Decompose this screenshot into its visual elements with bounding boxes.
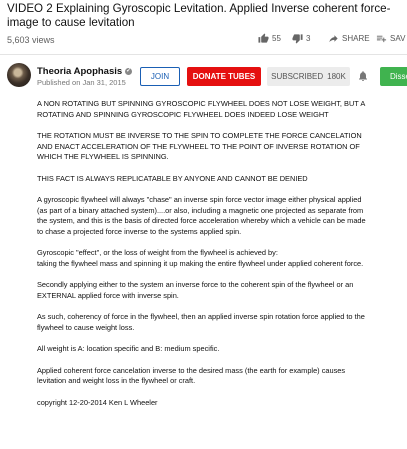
video-description: A NON ROTATING BUT SPINNING GYROSCOPIC F…	[37, 99, 367, 419]
description-paragraph: As such, coherency of force in the flywh…	[37, 312, 365, 332]
subscribe-label: SUBSCRIBED	[271, 72, 324, 81]
description-paragraph: A gyroscopic flywheel will always "chase…	[37, 195, 366, 236]
dislike-button[interactable]: 3	[292, 33, 310, 44]
subscribe-button[interactable]: SUBSCRIBED 180K	[267, 67, 350, 86]
description-paragraph: copyright 12-20-2014 Ken L Wheeler	[37, 397, 158, 407]
video-actions: 55 3 SHARE SAV	[0, 33, 407, 47]
description-paragraph: THE ROTATION MUST BE INVERSE TO THE SPIN…	[37, 131, 362, 161]
thumbs-up-icon	[258, 33, 269, 44]
share-label: SHARE	[342, 34, 370, 43]
like-count: 55	[272, 34, 281, 43]
channel-name-row[interactable]: Theoria Apophasis ✓	[37, 66, 133, 77]
description-paragraph: Gyroscopic "effect", or the loss of weig…	[37, 248, 364, 268]
dismiss-button[interactable]: Disse	[380, 67, 407, 86]
save-label: SAV	[390, 34, 406, 43]
description-paragraph: All weight is A: location specific and B…	[37, 344, 220, 353]
published-date: Published on Jan 31, 2015	[37, 78, 126, 87]
description-paragraph: Secondly applying either to the system a…	[37, 280, 354, 300]
share-icon	[328, 33, 339, 44]
video-title: VIDEO 2 Explaining Gyroscopic Levitation…	[7, 2, 391, 29]
save-button[interactable]: SAV	[376, 33, 405, 44]
channel-avatar[interactable]	[7, 63, 31, 87]
donate-button[interactable]: DONATE TUBES	[187, 67, 261, 86]
subscriber-count: 180K	[327, 72, 346, 81]
join-button[interactable]: JOIN	[140, 67, 180, 86]
like-button[interactable]: 55	[258, 33, 281, 44]
bell-icon[interactable]	[357, 69, 369, 88]
channel-name[interactable]: Theoria Apophasis	[37, 66, 122, 77]
description-paragraph: Applied coherent force cancelation inver…	[37, 365, 346, 386]
divider	[0, 54, 407, 55]
verified-icon: ✓	[125, 68, 133, 75]
dislike-count: 3	[306, 34, 311, 43]
description-paragraph: THIS FACT IS ALWAYS REPLICATABLE BY ANYO…	[37, 173, 308, 183]
share-button[interactable]: SHARE	[328, 33, 370, 44]
thumbs-down-icon	[292, 33, 303, 44]
description-paragraph: A NON ROTATING BUT SPINNING GYROSCOPIC F…	[37, 99, 365, 119]
playlist-add-icon	[376, 33, 387, 44]
